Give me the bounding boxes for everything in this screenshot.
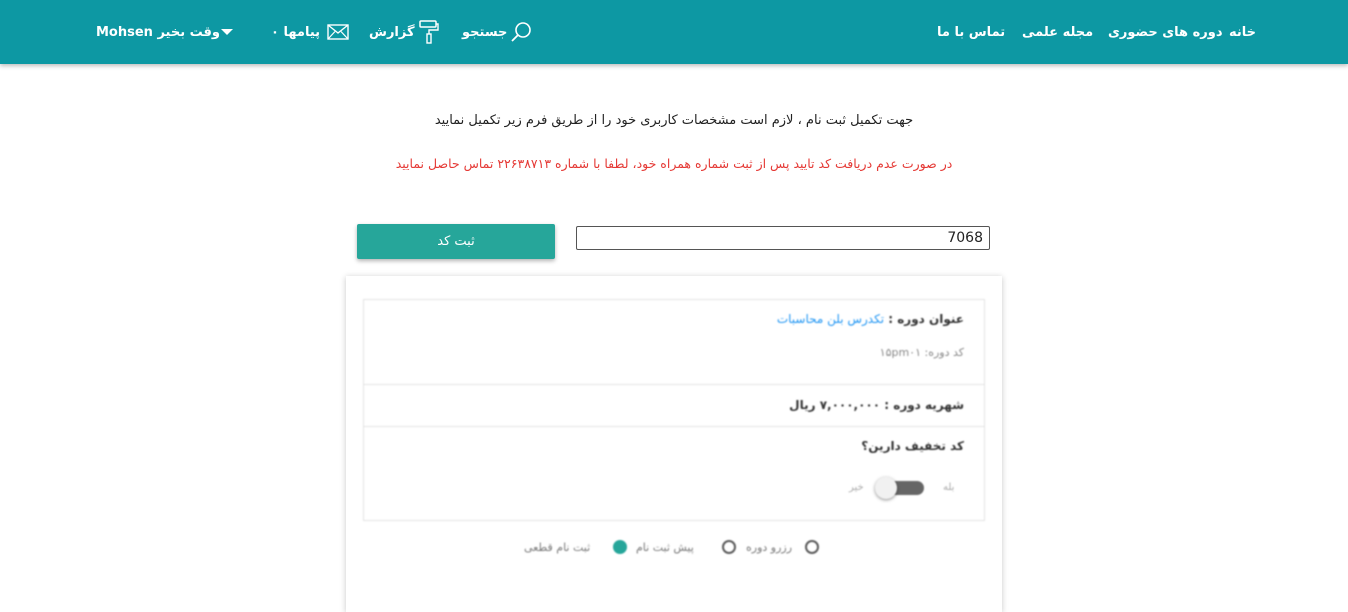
nav-report-label: گزارش [369,24,415,40]
nav-in-person-courses[interactable]: دوره های حضوری [1108,0,1223,64]
toggle-no-label: خیر [849,482,864,493]
paint-roller-icon [418,19,439,45]
verification-code-input[interactable] [576,226,990,250]
discount-toggle-knob[interactable] [875,477,897,499]
course-card: عنوان دوره : تکدرس بلن محاسبات کد دوره: … [346,276,1002,612]
step-label-reserve: رزرو دوره [746,541,793,554]
course-title-link[interactable]: تکدرس بلن محاسبات [777,312,884,326]
course-title-row: عنوان دوره : تکدرس بلن محاسبات [777,312,964,326]
course-code: کد دوره: ۱۵pm۰۱ [879,346,964,359]
nav-messages-label: پیامها ۰ [271,24,321,40]
course-fee: شهریه دوره : ۷,۰۰۰,۰۰۰ ریال [789,398,964,412]
step-radio-final-register[interactable] [613,540,627,554]
toggle-yes-label: بله [943,482,955,493]
step-radio-reserve[interactable] [805,540,819,554]
caret-down-icon [220,28,234,36]
top-navbar: خانه دوره های حضوری مجله علمی تماس با ما… [0,0,1348,64]
user-greeting[interactable]: Mohsen وقت بخیر [96,0,220,64]
nav-home[interactable]: خانه [1229,0,1256,64]
course-info-section: عنوان دوره : تکدرس بلن محاسبات کد دوره: … [363,299,985,385]
course-title-label: عنوان دوره : [888,312,964,326]
nav-search[interactable]: جستجو [462,0,533,64]
submit-code-button[interactable]: ثبت کد [357,224,555,259]
discount-question: کد تخفیف دارین؟ [861,439,964,453]
course-fee-section: شهریه دوره : ۷,۰۰۰,۰۰۰ ریال [363,384,985,427]
nav-report[interactable]: گزارش [369,0,439,64]
discount-section: کد تخفیف دارین؟ [363,426,985,521]
registration-intro-text: جهت تکمیل ثبت نام ، لازم است مشخصات کارب… [434,113,914,128]
step-radio-pre-register[interactable] [722,540,736,554]
nav-scientific-journal[interactable]: مجله علمی [1022,0,1093,64]
search-icon [511,21,533,43]
nav-messages[interactable]: پیامها ۰ [271,0,349,64]
step-label-pre-register: پیش ثبت نام [636,541,694,554]
nav-search-label: جستجو [462,24,508,40]
step-label-final-register: ثبت نام قطعی [524,541,591,554]
user-menu-dropdown[interactable] [220,0,234,64]
verification-warning-text: در صورت عدم دریافت کد تایید پس از ثبت شم… [395,156,953,171]
nav-contact-us[interactable]: تماس با ما [937,0,1005,64]
envelope-icon [327,24,349,40]
